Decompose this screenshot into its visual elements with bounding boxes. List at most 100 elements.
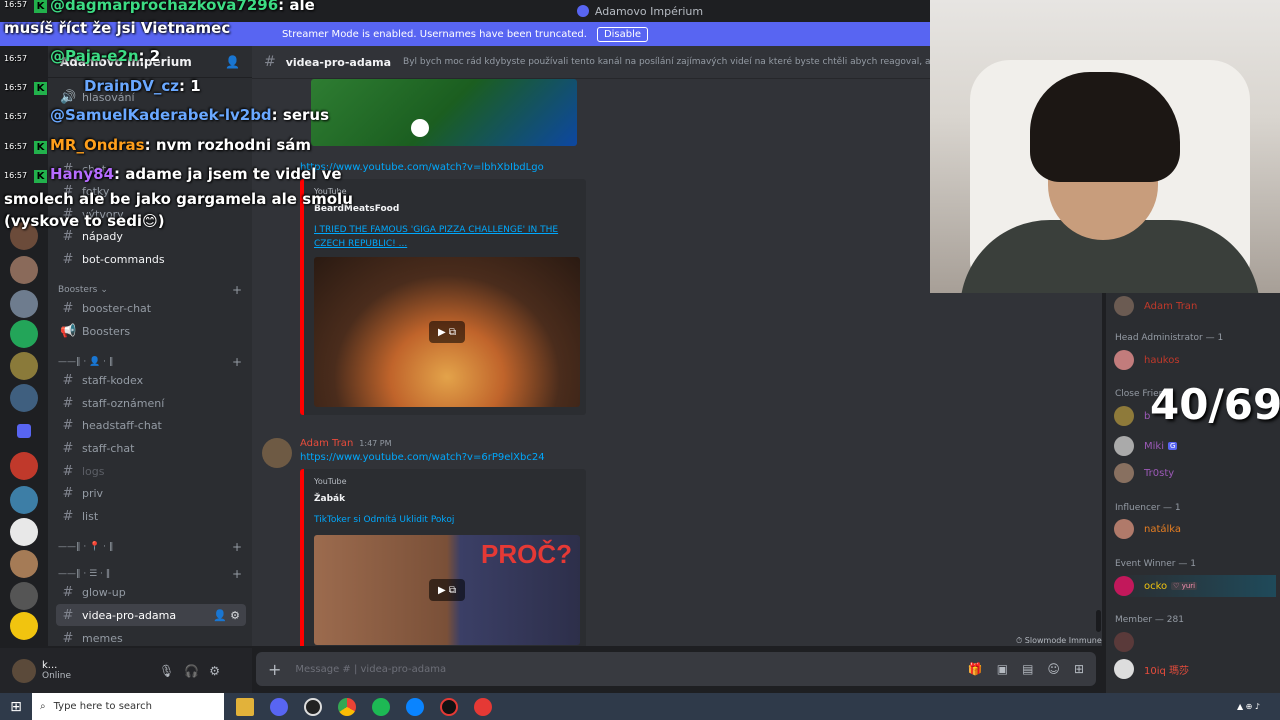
avatar — [1114, 406, 1134, 426]
edge-app-icon[interactable] — [406, 697, 424, 716]
message-link[interactable]: https://www.youtube.com/watch?v=6rP9elXb… — [300, 452, 545, 463]
channel-item[interactable]: # booster-chat — [56, 297, 246, 319]
obs-app-icon[interactable] — [304, 697, 322, 716]
channel-item[interactable]: # logs — [56, 460, 246, 482]
gif-icon[interactable]: ▣ — [997, 662, 1008, 676]
gear-icon[interactable]: ⚙ — [209, 664, 220, 678]
windows-start-icon[interactable]: ⊞ — [0, 693, 32, 720]
server-icon[interactable] — [10, 384, 38, 412]
channel-item-active[interactable]: # videa-pro-adama 👤 ⚙ — [56, 604, 246, 626]
file-explorer-icon[interactable] — [236, 697, 254, 716]
system-tray[interactable]: ▲ ⊕ ♪ — [1237, 702, 1260, 711]
gift-icon[interactable]: 🎁 — [968, 662, 983, 676]
server-icon[interactable] — [10, 612, 38, 640]
add-attachment-icon[interactable]: + — [268, 660, 281, 679]
channel-item[interactable]: # staff-kodex — [56, 369, 246, 391]
scrollbar[interactable] — [1096, 610, 1101, 632]
member-item[interactable]: ocko ♡ yuri — [1114, 575, 1276, 597]
message-input[interactable]: Message # | videa-pro-adama — [295, 664, 446, 675]
avatar[interactable] — [262, 438, 292, 468]
add-channel-icon[interactable]: + — [232, 540, 242, 554]
channel-item[interactable]: # bot-commands — [56, 248, 246, 270]
server-icon[interactable] — [10, 452, 38, 480]
taskbar-search[interactable]: ⌕ Type here to search — [32, 693, 224, 720]
channel-item[interactable]: # list — [56, 505, 246, 527]
member-item[interactable] — [1114, 631, 1144, 653]
webcam-overlay — [930, 0, 1280, 293]
hash-icon: # — [62, 630, 74, 646]
video-thumbnail[interactable]: PROČ? ▶ ⧉ — [314, 535, 580, 645]
overlay-message: : nvm rozhodni sám — [144, 136, 311, 154]
embed-author[interactable]: BeardMeatsFood — [314, 204, 576, 214]
member-item[interactable]: Tr0sty — [1114, 462, 1174, 484]
headphones-icon[interactable]: 🎧 — [184, 664, 199, 678]
server-icon[interactable] — [10, 582, 38, 610]
category-label: Boosters — [58, 285, 98, 295]
embed-title-link[interactable]: I TRIED THE FAMOUS 'GIGA PIZZA CHALLENGE… — [314, 223, 576, 251]
avatar — [1114, 519, 1134, 539]
overlay-chat-line: Hany84: adame ja jsem te videl ve — [50, 165, 342, 183]
add-channel-icon[interactable]: + — [232, 283, 242, 297]
member-item[interactable]: haukos — [1114, 349, 1180, 371]
overlay-chat-line: @dagmarprochazkova7296: ale — [50, 0, 315, 14]
category-staff[interactable]: ——‖ · 👤 · ‖ + — [58, 354, 248, 370]
app-icon[interactable] — [440, 697, 458, 716]
play-icon[interactable]: ▶ ⧉ — [429, 321, 465, 343]
channel-item[interactable]: # staff-chat — [56, 437, 246, 459]
server-icon[interactable] — [10, 518, 38, 546]
embed-author[interactable]: Žabák — [314, 494, 576, 504]
avatar[interactable] — [12, 658, 36, 683]
member-item[interactable]: 10iq 瑪莎 — [1114, 658, 1189, 680]
app-icon[interactable] — [474, 697, 492, 716]
category-boosters[interactable]: Boosters ⌄ + — [58, 282, 248, 298]
sticker-icon[interactable]: ▤ — [1022, 662, 1033, 676]
channel-badge-icon: K — [34, 141, 47, 154]
settings-gear-icon[interactable]: 👤 ⚙ — [213, 609, 240, 622]
message-composer[interactable]: + Message # | videa-pro-adama 🎁 ▣ ▤ ☺ ⊞ — [256, 652, 1096, 686]
add-user-icon[interactable]: 👤 — [225, 55, 240, 69]
play-icon[interactable]: ▶ ⧉ — [429, 579, 465, 601]
server-icon[interactable] — [10, 320, 38, 348]
channel-item[interactable]: # headstaff-chat — [56, 414, 246, 436]
category-bottom[interactable]: ——‖ · ☰ · ‖ + — [58, 566, 248, 582]
channel-label: glow-up — [82, 585, 126, 599]
server-icon[interactable] — [10, 352, 38, 380]
add-channel-icon[interactable]: + — [232, 355, 242, 369]
apps-icon[interactable]: ⊞ — [1074, 662, 1084, 676]
video-thumbnail[interactable] — [311, 79, 577, 146]
taskbar-search-placeholder: Type here to search — [53, 701, 152, 712]
overlay-username: MR_Ondras — [50, 136, 145, 154]
microphone-icon[interactable]: 🎙 — [159, 664, 174, 678]
member-item[interactable]: Adam Tran — [1114, 295, 1197, 317]
channel-item[interactable]: # glow-up — [56, 581, 246, 603]
embed-provider: YouTube — [314, 187, 347, 196]
message-author[interactable]: Adam Tran — [300, 438, 353, 449]
embed-provider: YouTube — [314, 477, 347, 486]
spotify-app-icon[interactable] — [372, 697, 390, 716]
add-channel-icon[interactable]: + — [232, 567, 242, 581]
member-item[interactable]: natálka — [1114, 518, 1181, 540]
channel-item[interactable]: # staff-oznámení — [56, 392, 246, 414]
member-item[interactable]: Miki G — [1114, 435, 1178, 457]
server-icon[interactable] — [10, 550, 38, 578]
member-item[interactable]: b — [1114, 405, 1150, 427]
channel-topic[interactable]: Byl bych moc rád kdybyste používali tent… — [403, 57, 930, 67]
hash-icon: # — [62, 395, 74, 411]
server-icon[interactable] — [10, 256, 38, 284]
embed-title-link[interactable]: TikToker si Odmítá Uklidit Pokoj — [314, 513, 576, 527]
category-collapsed[interactable]: ——‖ · 📍 · ‖ + — [58, 539, 248, 555]
category-label-hidden: ——‖ · 👤 · ‖ — [58, 357, 114, 367]
server-icon[interactable] — [10, 486, 38, 514]
channel-item[interactable]: # priv — [56, 482, 246, 504]
chrome-app-icon[interactable] — [338, 697, 356, 716]
overlay-timestamp: 16:57 — [4, 112, 28, 121]
video-thumbnail[interactable]: ▶ ⧉ — [314, 257, 580, 407]
channel-item[interactable]: 📢 Boosters — [56, 320, 246, 342]
emoji-icon[interactable]: ☺ — [1047, 662, 1060, 676]
folder-icon[interactable] — [17, 424, 31, 438]
channel-item[interactable]: # memes — [56, 627, 246, 649]
hash-icon: # — [62, 417, 74, 433]
discord-app-icon[interactable] — [270, 697, 288, 716]
disable-streamer-mode-button[interactable]: Disable — [596, 26, 649, 42]
server-icon[interactable] — [10, 290, 38, 318]
